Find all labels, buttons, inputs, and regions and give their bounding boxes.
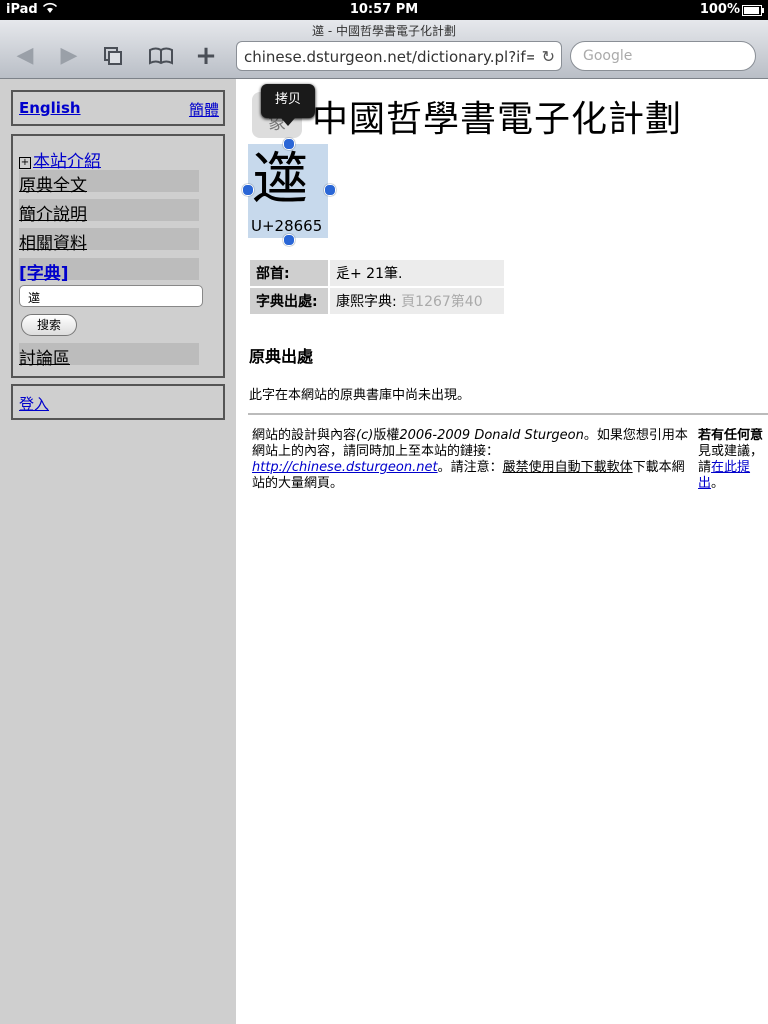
footer-feedback: 若有任何意 見或建議， 請在此提 出。: [698, 428, 764, 491]
character-glyph: 遾: [252, 147, 308, 212]
source-value: 康熙字典: 頁1267第40: [330, 288, 504, 314]
nav-item-intro[interactable]: + 本站介紹: [19, 146, 101, 172]
section-heading: 原典出處: [249, 347, 314, 366]
battery-icon: [742, 5, 764, 16]
login-link[interactable]: 登入: [19, 393, 49, 414]
selection-handle-bottom[interactable]: [283, 234, 295, 246]
clock: 10:57 PM: [349, 2, 419, 17]
browser-toolbar: 遾 - 中國哲學書電子化計劃 ◀ ▶ + chinese.dsturgeon.n…: [0, 20, 768, 79]
table-row: 部首: 辵+ 21筆.: [250, 260, 504, 286]
download-warning: 嚴禁使用自動下載軟体: [502, 460, 633, 475]
login-box: 登入: [11, 384, 225, 420]
nav-item-description[interactable]: 簡介說明: [19, 199, 199, 225]
url-text: chinese.dsturgeon.net/dictionary.pl?if=g…: [244, 48, 534, 66]
footer-copyright: 網站的設計與內容(c)版權2006-2009 Donald Sturgeon。如…: [252, 428, 688, 491]
back-icon[interactable]: ◀: [10, 45, 40, 68]
search-button[interactable]: 搜索: [21, 314, 77, 336]
sidebar: English 簡體 + 本站介紹 原典全文 簡介說明 相關資料 [字典] 遾 搜…: [0, 79, 236, 1024]
site-link[interactable]: http://chinese.dsturgeon.net: [252, 460, 438, 475]
search-field[interactable]: Google: [570, 41, 756, 71]
divider: [248, 413, 768, 415]
forward-icon[interactable]: ▶: [54, 45, 84, 68]
copy-popup[interactable]: 拷贝: [261, 84, 315, 126]
radical-label: 部首:: [250, 260, 328, 286]
feedback-link[interactable]: 在此提: [711, 460, 750, 475]
nav-item-forum[interactable]: 討論區: [19, 343, 199, 369]
url-field[interactable]: chinese.dsturgeon.net/dictionary.pl?if=g…: [236, 41, 562, 71]
simplified-chinese-link[interactable]: 簡體: [189, 99, 219, 120]
status-bar: iPad 10:57 PM 100%: [0, 0, 768, 20]
bookmarks-icon[interactable]: [146, 46, 176, 68]
language-box: English 簡體: [11, 90, 225, 126]
table-row: 字典出處: 康熙字典: 頁1267第40: [250, 288, 504, 314]
not-found-message: 此字在本網站的原典書庫中尚未出現。: [249, 388, 471, 403]
tabs-icon[interactable]: [98, 46, 128, 68]
source-page-link[interactable]: 頁1267第40: [401, 294, 482, 310]
site-title: 中國哲學書電子化計劃: [312, 99, 683, 140]
feedback-link-cont[interactable]: 出: [698, 476, 711, 491]
selection-handle-top[interactable]: [283, 138, 295, 150]
navigation-box: + 本站介紹 原典全文 簡介說明 相關資料 [字典] 遾 搜索 討論區: [11, 134, 225, 378]
search-placeholder: Google: [583, 48, 633, 64]
english-link[interactable]: English: [19, 99, 81, 117]
nav-item-dictionary[interactable]: [字典]: [19, 258, 199, 284]
page-title: 遾 - 中國哲學書電子化計劃: [312, 24, 456, 38]
dictionary-input[interactable]: 遾: [19, 285, 203, 307]
radical-value: 辵+ 21筆.: [330, 260, 504, 286]
nav-item-resources[interactable]: 相關資料: [19, 228, 199, 254]
selection-handle-left[interactable]: [242, 184, 254, 196]
character-codepoint: U+28665: [251, 217, 323, 235]
reload-icon[interactable]: ↻: [542, 47, 555, 66]
battery-percent: 100%: [699, 2, 740, 17]
nav-item-texts[interactable]: 原典全文: [19, 170, 199, 196]
source-label: 字典出處:: [250, 288, 328, 314]
selection-handle-right[interactable]: [324, 184, 336, 196]
add-icon[interactable]: +: [191, 43, 221, 69]
expand-icon[interactable]: +: [19, 157, 31, 169]
character-info-table: 部首: 辵+ 21筆. 字典出處: 康熙字典: 頁1267第40: [248, 258, 506, 316]
